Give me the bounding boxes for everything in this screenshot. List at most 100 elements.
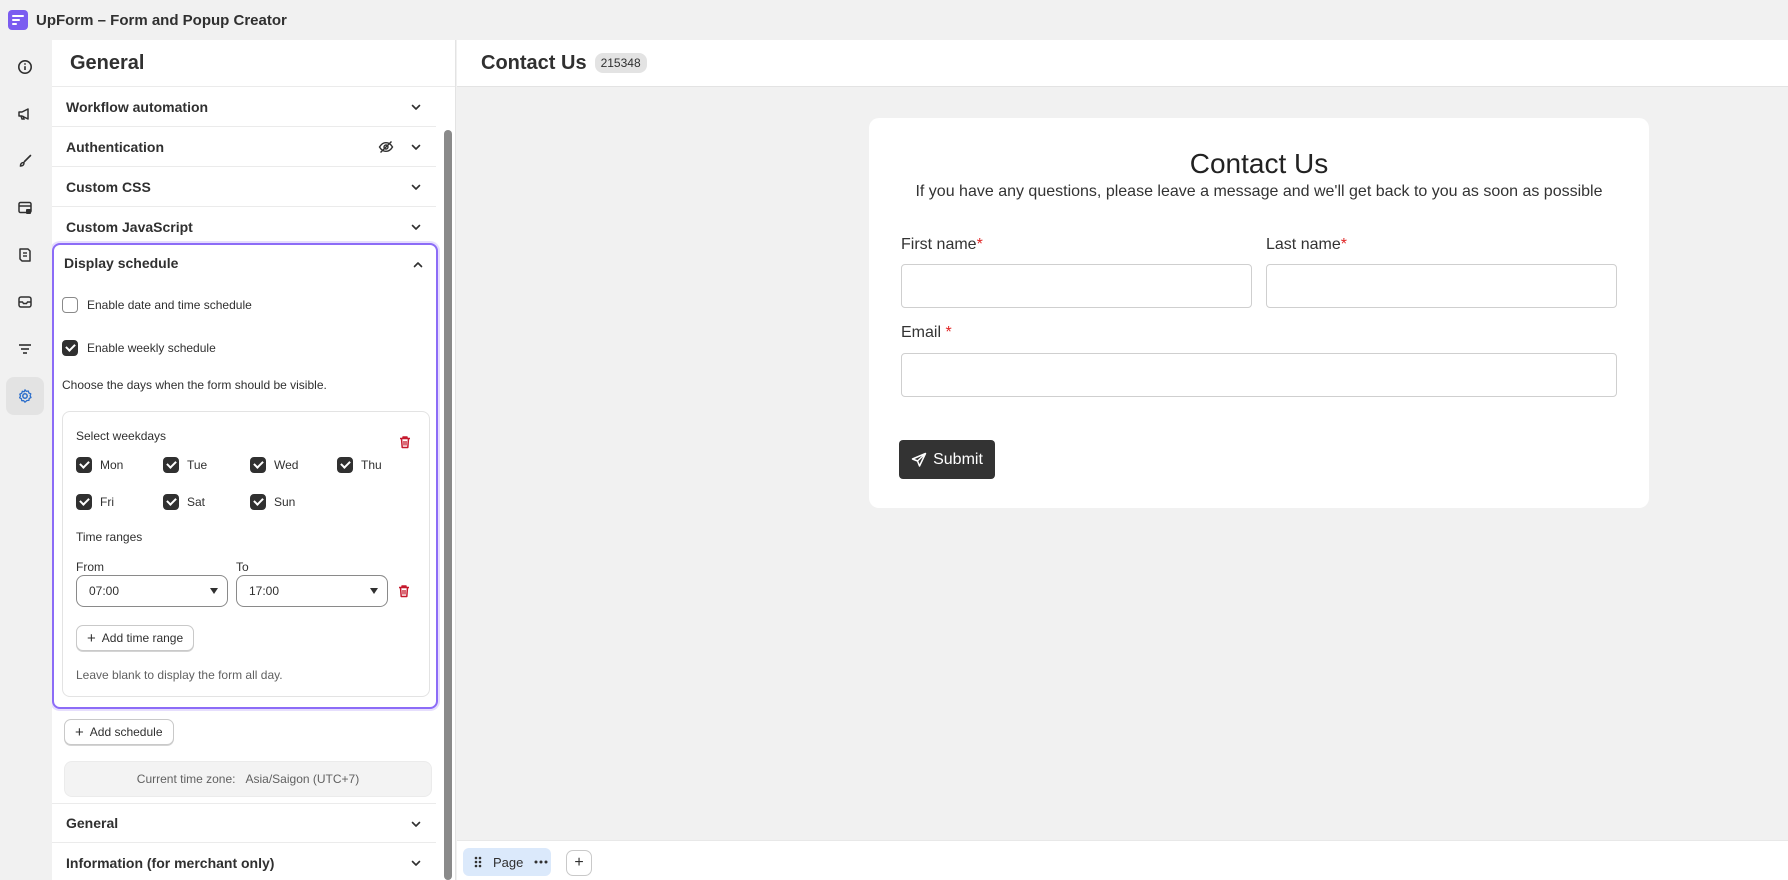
panel-scrollbar[interactable] (444, 130, 452, 880)
more-icon[interactable] (533, 859, 549, 865)
section-workflow-automation[interactable]: Workflow automation (52, 87, 436, 127)
select-weekdays-label: Select weekdays (76, 429, 167, 443)
receipt-icon[interactable] (6, 236, 44, 274)
section-label: General (66, 815, 119, 831)
icon-rail (0, 40, 52, 880)
checkbox[interactable] (163, 457, 179, 473)
from-label: From (76, 560, 104, 574)
checkbox[interactable] (76, 457, 92, 473)
panel-title: General (70, 52, 145, 74)
checkbox[interactable] (250, 494, 266, 510)
plus-icon: + (87, 629, 96, 647)
filter-icon[interactable] (6, 330, 44, 368)
settings-panel: General Workflow automation Authenticati… (52, 40, 456, 880)
from-time-select[interactable]: 07:00 (76, 575, 228, 607)
brush-icon[interactable] (6, 142, 44, 180)
info-icon[interactable] (6, 48, 44, 86)
timezone-info: Current time zone: Asia/Saigon (UTC+7) (64, 761, 432, 797)
weekly-schedule-card: Select weekdays Mon Tue Wed Thu Fri Sat … (62, 411, 430, 697)
date-time-schedule-toggle[interactable]: Enable date and time schedule (62, 297, 252, 313)
section-label: Custom JavaScript (66, 218, 193, 235)
app-header: UpForm – Form and Popup Creator (0, 0, 1788, 40)
drag-handle-icon[interactable] (473, 855, 483, 869)
eye-off-icon (378, 141, 394, 153)
page-bar: Page + (457, 840, 1788, 880)
timezone-value: Asia/Saigon (UTC+7) (245, 772, 360, 786)
gear-icon[interactable] (6, 377, 44, 415)
caret-down-icon (210, 588, 218, 594)
email-icon[interactable] (6, 283, 44, 321)
to-label: To (236, 560, 249, 574)
checkbox[interactable] (163, 494, 179, 510)
checkbox[interactable] (337, 457, 353, 473)
weekday-sun[interactable]: Sun (250, 494, 295, 510)
weekday-label: Fri (100, 495, 114, 509)
plus-icon: + (75, 723, 84, 741)
preview-canvas: Contact Us If you have any questions, pl… (457, 88, 1788, 840)
section-custom-css[interactable]: Custom CSS (52, 167, 436, 207)
section-label: Authentication (66, 138, 164, 155)
timezone-label: Current time zone: (136, 772, 236, 786)
all-day-hint: Leave blank to display the form all day. (76, 668, 283, 682)
chevron-down-icon (411, 224, 421, 230)
checkbox[interactable] (250, 457, 266, 473)
chevron-down-icon (411, 104, 421, 110)
weekday-label: Mon (100, 458, 124, 472)
weekday-fri[interactable]: Fri (76, 494, 114, 510)
weekday-label: Tue (187, 458, 208, 472)
section-label: Custom CSS (66, 178, 151, 195)
section-information-merchant[interactable]: Information (for merchant only) (52, 843, 436, 880)
section-custom-javascript[interactable]: Custom JavaScript (52, 207, 436, 247)
page-tab-label: Page (493, 854, 524, 870)
send-icon (911, 452, 927, 467)
add-page-button[interactable]: + (566, 850, 592, 876)
section-display-schedule: Display schedule Enable date and time sc… (52, 243, 438, 709)
checkbox-label: Enable date and time schedule (87, 298, 252, 312)
first-name-input[interactable] (901, 264, 1252, 308)
weekday-label: Wed (274, 458, 299, 472)
canvas-header: Contact Us 215348 (457, 40, 1788, 87)
section-authentication[interactable]: Authentication (52, 127, 436, 167)
checkbox[interactable] (62, 340, 78, 356)
layout-icon[interactable] (6, 189, 44, 227)
submit-button[interactable]: Submit (899, 440, 995, 479)
form-name: Contact Us (481, 51, 587, 74)
checkbox-label: Enable weekly schedule (87, 341, 216, 355)
weekday-tue[interactable]: Tue (163, 457, 207, 473)
last-name-label: Last name* (1266, 236, 1347, 253)
megaphone-icon[interactable] (6, 95, 44, 133)
add-schedule-button[interactable]: + Add schedule (64, 719, 174, 745)
chevron-down-icon (411, 144, 421, 150)
email-label: Email * (901, 324, 952, 341)
form-id-badge: 215348 (594, 53, 647, 73)
to-time-value: 17:00 (249, 584, 280, 598)
app-logo-icon (8, 10, 28, 30)
to-time-select[interactable]: 17:00 (236, 575, 388, 607)
add-time-range-button[interactable]: + Add time range (76, 625, 195, 651)
trash-icon[interactable] (397, 434, 413, 450)
button-label: Add schedule (89, 725, 163, 739)
weekday-sat[interactable]: Sat (163, 494, 205, 510)
section-label[interactable]: Display schedule (64, 255, 178, 271)
trash-icon[interactable] (396, 583, 412, 599)
time-ranges-label: Time ranges (76, 530, 143, 544)
weekday-wed[interactable]: Wed (250, 457, 298, 473)
checkbox[interactable] (76, 494, 92, 510)
email-input[interactable] (901, 353, 1617, 397)
weekday-thu[interactable]: Thu (337, 457, 382, 473)
page-tab[interactable]: Page (463, 848, 551, 876)
weekday-mon[interactable]: Mon (76, 457, 123, 473)
chevron-down-icon (411, 860, 421, 866)
submit-label: Submit (933, 450, 983, 468)
chevron-down-icon (411, 184, 421, 190)
weekly-schedule-toggle[interactable]: Enable weekly schedule (62, 340, 216, 356)
button-label: Add time range (101, 631, 184, 645)
form-title: Contact Us (1189, 148, 1329, 179)
caret-down-icon (370, 588, 378, 594)
last-name-input[interactable] (1266, 264, 1617, 308)
form-subtitle: If you have any questions, please leave … (915, 183, 1603, 200)
checkbox[interactable] (62, 297, 78, 313)
chevron-up-icon[interactable] (410, 257, 426, 273)
section-general[interactable]: General (52, 803, 436, 843)
section-label: Information (for merchant only) (66, 854, 275, 871)
